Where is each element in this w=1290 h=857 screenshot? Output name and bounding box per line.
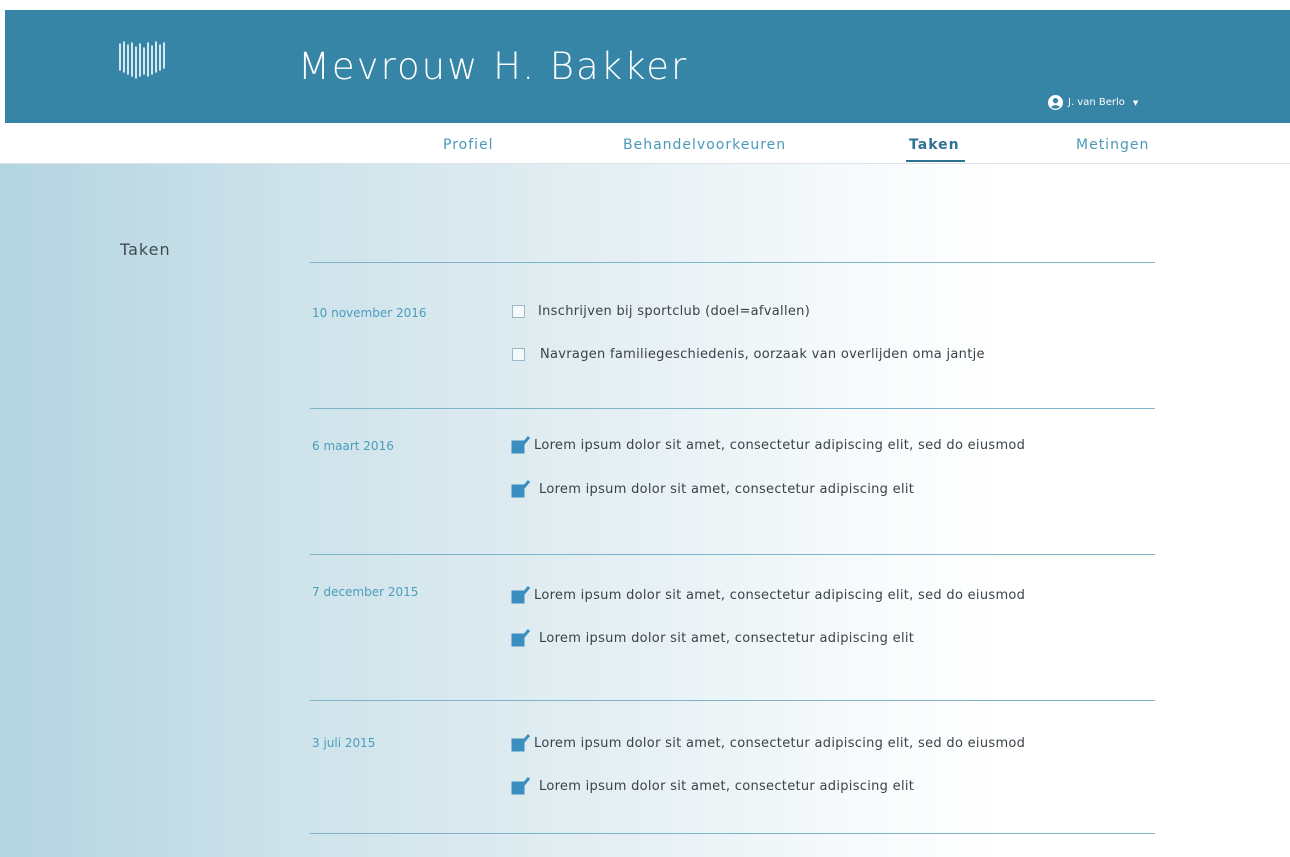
- task-item[interactable]: Lorem ipsum dolor sit amet, consectetur …: [511, 586, 1025, 604]
- task-group-date: 6 maart 2016: [312, 439, 394, 453]
- user-menu[interactable]: J. van Berlo ▼: [1048, 95, 1138, 110]
- task-label: Lorem ipsum dolor sit amet, consectetur …: [534, 587, 1026, 603]
- task-label: Lorem ipsum dolor sit amet, consectetur …: [534, 437, 1026, 453]
- task-item[interactable]: Lorem ipsum dolor sit amet, consectetur …: [511, 480, 914, 498]
- tab-taken[interactable]: Taken: [906, 137, 965, 162]
- checkbox-checked-icon[interactable]: [511, 586, 531, 604]
- chevron-down-icon: ▼: [1132, 98, 1139, 107]
- user-avatar-icon: [1048, 95, 1063, 110]
- heart-logo-icon: [119, 41, 165, 79]
- task-group-date: 3 juli 2015: [312, 736, 376, 750]
- task-group-date: 7 december 2015: [312, 585, 419, 599]
- checkbox-checked-icon[interactable]: [511, 480, 531, 498]
- task-label: Navragen familiegeschiedenis, oorzaak va…: [540, 347, 985, 362]
- task-item[interactable]: Lorem ipsum dolor sit amet, consectetur …: [511, 436, 1025, 454]
- checkbox-unchecked[interactable]: [512, 348, 525, 361]
- divider: [310, 554, 1155, 555]
- tab-metingen[interactable]: Metingen: [1076, 137, 1149, 153]
- tab-behandelvoorkeuren[interactable]: Behandelvoorkeuren: [623, 137, 786, 153]
- user-name: J. van Berlo: [1068, 97, 1125, 108]
- task-item[interactable]: Inschrijven bij sportclub (doel=afvallen…: [512, 304, 810, 319]
- task-label: Lorem ipsum dolor sit amet, consectetur …: [539, 778, 915, 794]
- checkbox-checked-icon[interactable]: [511, 629, 531, 647]
- checkbox-unchecked[interactable]: [512, 305, 525, 318]
- task-label: Lorem ipsum dolor sit amet, consectetur …: [539, 630, 915, 646]
- patient-name: Mevrouw H. Bakker: [298, 45, 689, 88]
- task-item[interactable]: Lorem ipsum dolor sit amet, consectetur …: [511, 734, 1025, 752]
- section-title: Taken: [120, 240, 171, 259]
- task-item[interactable]: Lorem ipsum dolor sit amet, consectetur …: [511, 629, 914, 647]
- checkbox-checked-icon[interactable]: [511, 777, 531, 795]
- divider: [310, 700, 1155, 701]
- divider: [310, 833, 1155, 834]
- checkbox-checked-icon[interactable]: [511, 436, 531, 454]
- task-group-date: 10 november 2016: [312, 306, 427, 320]
- tab-bar: Profiel Behandelvoorkeuren Taken Metinge…: [0, 123, 1290, 164]
- task-item[interactable]: Lorem ipsum dolor sit amet, consectetur …: [511, 777, 914, 795]
- checkbox-checked-icon[interactable]: [511, 734, 531, 752]
- main-content: Taken 10 november 2016 Inschrijven bij s…: [0, 164, 1290, 857]
- tab-profiel[interactable]: Profiel: [443, 137, 494, 153]
- app-header: Mevrouw H. Bakker J. van Berlo ▼: [5, 10, 1290, 123]
- task-label: Lorem ipsum dolor sit amet, consectetur …: [539, 481, 915, 497]
- task-item[interactable]: Navragen familiegeschiedenis, oorzaak va…: [512, 347, 985, 362]
- divider: [310, 262, 1155, 263]
- divider: [310, 408, 1155, 409]
- task-label: Inschrijven bij sportclub (doel=afvallen…: [538, 304, 811, 319]
- task-label: Lorem ipsum dolor sit amet, consectetur …: [534, 735, 1026, 751]
